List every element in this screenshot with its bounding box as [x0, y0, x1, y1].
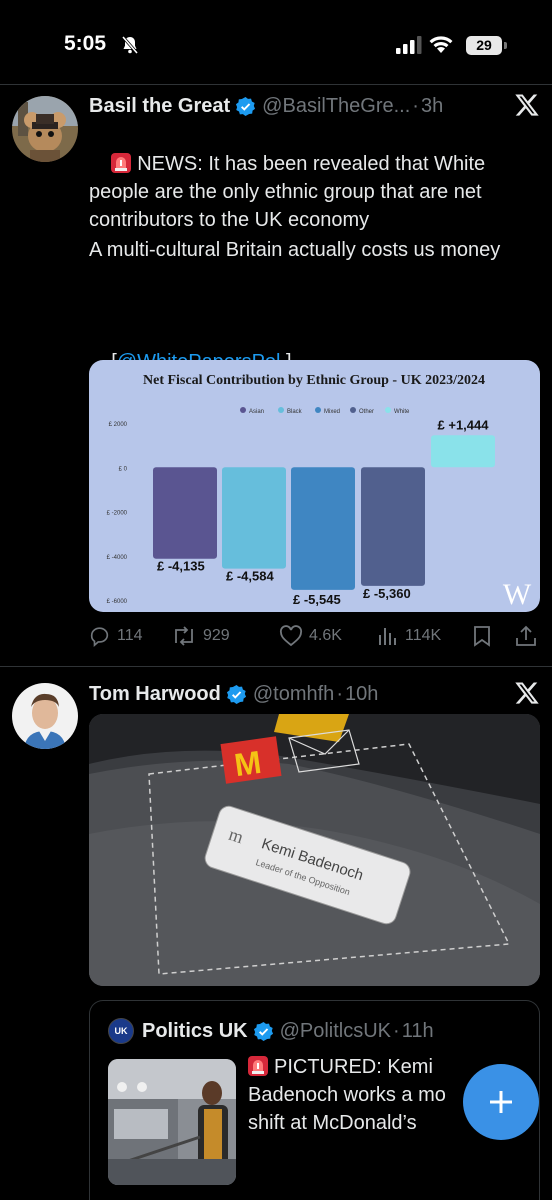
author-name[interactable]: Basil the Great — [89, 95, 230, 118]
author-handle[interactable]: @tomhfh — [253, 683, 334, 706]
bar — [431, 435, 495, 468]
data-label: £ -4,135 — [157, 559, 205, 574]
tweet-photo[interactable]: M m Kemi Badenoch Leader of the Oppositi… — [89, 714, 540, 986]
battery-tip — [504, 42, 507, 49]
avatar-image — [12, 96, 78, 162]
separator-dot: · — [412, 94, 419, 117]
y-tick-label: £ -4000 — [107, 555, 128, 561]
quote-text: PICTURED: Kemi Badenoch works a mo shift… — [248, 1053, 488, 1137]
heart-icon — [279, 625, 303, 647]
divider — [0, 666, 552, 667]
tweet-time[interactable]: 3h — [421, 95, 443, 118]
compose-button[interactable] — [463, 1064, 539, 1140]
chart-image[interactable]: Net Fiscal Contribution by Ethnic Group … — [89, 360, 540, 612]
like-button[interactable]: 4.6K — [279, 622, 342, 650]
separator-dot: · — [393, 1019, 400, 1042]
legend-marker — [240, 407, 246, 413]
views-button[interactable]: 114K — [377, 622, 441, 650]
chart-title: Net Fiscal Contribution by Ethnic Group … — [143, 373, 485, 388]
data-label: £ -4,584 — [226, 569, 274, 584]
y-tick-label: £ -2000 — [107, 511, 128, 517]
divider — [0, 84, 552, 85]
avatar[interactable] — [12, 96, 78, 162]
repost-button[interactable]: 929 — [171, 622, 230, 650]
tweet-header: Basil the Great @BasilTheGre... · 3h — [89, 92, 443, 120]
views-icon — [379, 628, 396, 645]
tweet-text-paragraph: A multi-cultural Britain actually costs … — [89, 239, 501, 261]
x-logo-icon[interactable] — [514, 680, 540, 706]
quote-author-name[interactable]: Politics UK — [142, 1020, 248, 1043]
reply-button[interactable]: 114 — [89, 622, 143, 650]
avatar[interactable] — [12, 683, 78, 749]
y-tick-label: £ 2000 — [109, 422, 128, 428]
legend-marker — [315, 407, 321, 413]
bar — [222, 467, 286, 569]
verified-badge-icon — [236, 96, 256, 116]
bar — [291, 467, 355, 590]
chart: Net Fiscal Contribution by Ethnic Group … — [107, 373, 532, 611]
tweet-header: Tom Harwood @tomhfh · 10h — [89, 680, 378, 708]
y-tick-label: £ 0 — [119, 466, 128, 472]
plus-icon — [490, 1091, 512, 1113]
battery-icon: 29 — [466, 36, 502, 55]
x-logo-icon[interactable] — [514, 92, 540, 118]
legend-marker — [350, 407, 356, 413]
share-button[interactable] — [515, 622, 543, 650]
legend-label: White — [394, 409, 410, 415]
watermark-logo: W — [503, 578, 532, 611]
quote-header: UK Politics UK @PolitlcsUK · 11h — [108, 1017, 434, 1045]
bar — [361, 467, 425, 586]
legend-label: Mixed — [324, 409, 340, 415]
author-handle[interactable]: @BasilTheGre... — [262, 95, 410, 118]
status-bar: 5:05 29 — [0, 0, 552, 84]
tweet-actions: 114 929 4.6K 114K — [89, 622, 539, 650]
legend-marker — [385, 407, 391, 413]
status-time: 5:05 — [64, 32, 107, 55]
like-count: 4.6K — [309, 627, 342, 644]
bell-off-icon — [121, 36, 139, 54]
legend-label: Black — [287, 409, 303, 415]
views-count: 114K — [405, 627, 442, 644]
tweet-text-line1: NEWS: It has been revealed that White pe… — [89, 153, 491, 231]
separator-dot: · — [336, 682, 343, 705]
quote-text-content: PICTURED: Kemi Badenoch works a mo shift… — [248, 1056, 446, 1134]
wifi-icon — [429, 36, 453, 53]
verified-badge-icon — [253, 1021, 273, 1041]
y-tick-label: £ -6000 — [107, 599, 128, 605]
reply-count: 114 — [117, 627, 143, 644]
repost-icon — [175, 626, 193, 646]
quote-handle[interactable]: @PolitlcsUK — [280, 1020, 391, 1043]
legend-marker — [278, 407, 284, 413]
signal-icon — [396, 36, 422, 54]
reply-icon — [90, 627, 109, 647]
photo-image: M m Kemi Badenoch Leader of the Oppositi… — [89, 714, 540, 986]
bookmark-button[interactable] — [472, 622, 498, 650]
verified-badge-icon — [226, 684, 246, 704]
tweet-time[interactable]: 10h — [345, 683, 378, 706]
quote-thumbnail[interactable] — [108, 1059, 236, 1185]
legend-label: Other — [359, 409, 374, 415]
siren-icon — [248, 1056, 268, 1076]
avatar-image — [12, 683, 78, 749]
author-name[interactable]: Tom Harwood — [89, 683, 221, 706]
data-label: £ +1,444 — [438, 417, 490, 432]
quote-time[interactable]: 11h — [402, 1020, 434, 1043]
data-label: £ -5,360 — [363, 586, 411, 601]
share-icon — [516, 625, 536, 646]
svg-text:M: M — [232, 744, 263, 783]
quote-avatar[interactable]: UK — [108, 1018, 134, 1044]
bookmark-icon — [474, 626, 490, 647]
data-label: £ -5,545 — [293, 592, 341, 607]
bar — [153, 467, 217, 559]
legend-label: Asian — [249, 409, 264, 415]
siren-icon — [111, 153, 132, 173]
repost-count: 929 — [203, 627, 230, 644]
thumbnail-image — [108, 1059, 236, 1185]
